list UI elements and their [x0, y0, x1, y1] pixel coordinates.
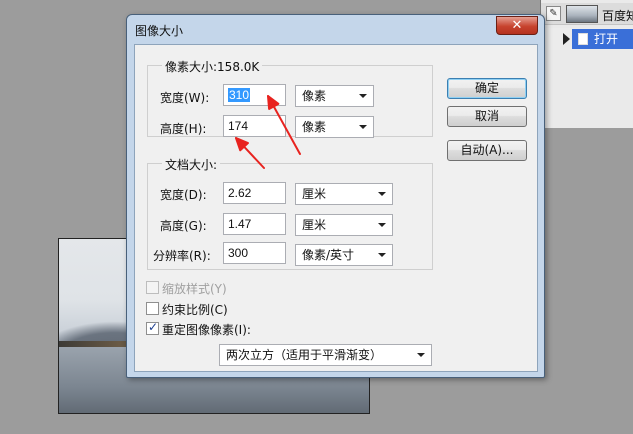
pixel-height-unit-select[interactable]: 像素 [295, 116, 374, 138]
document-icon [578, 33, 588, 45]
pixel-height-unit: 像素 [302, 120, 327, 134]
resample-checkbox[interactable]: ✓ [146, 320, 159, 335]
resolution-label: 分辨率(R): [153, 249, 211, 263]
brush-icon[interactable]: ✎ [546, 6, 561, 21]
doc-height-unit-select[interactable]: 厘米 [295, 214, 393, 236]
doc-width-input[interactable]: 2.62 [223, 182, 286, 204]
doc-height-unit: 厘米 [302, 218, 327, 232]
image-size-dialog: 图像大小 ✕ 像素大小:158.0K 宽度(W): 310 像素 高度(H): … [126, 14, 545, 378]
resample-method-value: 两次立方（适用于平滑渐变） [226, 348, 383, 362]
resample-method-select[interactable]: 两次立方（适用于平滑渐变） [219, 344, 432, 366]
chevron-down-icon [378, 223, 386, 227]
chevron-down-icon [359, 94, 367, 98]
auto-button[interactable]: 自动(A)... [447, 140, 527, 161]
history-state-arrow-icon [563, 33, 570, 45]
constrain-proportions-checkbox[interactable] [146, 302, 159, 315]
chevron-down-icon [378, 253, 386, 257]
chevron-down-icon [359, 125, 367, 129]
dialog-title: 图像大小 [135, 24, 184, 38]
chevron-down-icon [378, 192, 386, 196]
doc-width-unit: 厘米 [302, 187, 327, 201]
resolution-input[interactable]: 300 [223, 242, 286, 264]
resample-label: 重定图像像素(I): [162, 323, 251, 337]
pixel-dimensions-legend: 像素大小:158.0K [162, 58, 263, 75]
resolution-unit-select[interactable]: 像素/英寸 [295, 244, 393, 266]
doc-height-input[interactable]: 1.47 [223, 213, 286, 235]
pixel-width-unit-select[interactable]: 像素 [295, 85, 374, 107]
history-state-open[interactable]: 打开 [572, 29, 633, 49]
constrain-proportions-label: 约束比例(C) [162, 303, 228, 317]
pixel-width-label: 宽度(W): [160, 91, 210, 105]
doc-height-label: 高度(G): [160, 219, 207, 233]
pixel-width-input[interactable]: 310 [223, 84, 286, 106]
snapshot-name: 百度知 [602, 9, 633, 23]
history-state-label: 打开 [594, 32, 619, 46]
scale-styles-label: 缩放样式(Y) [162, 282, 227, 296]
doc-width-label: 宽度(D): [160, 188, 207, 202]
dialog-client: 像素大小:158.0K 宽度(W): 310 像素 高度(H): 174 像素 … [134, 44, 538, 372]
dialog-titlebar[interactable]: 图像大小 ✕ [127, 15, 544, 43]
doc-height-value: 1.47 [228, 217, 252, 231]
close-button[interactable]: ✕ [496, 16, 538, 35]
resolution-value: 300 [228, 246, 249, 260]
checkmark-icon: ✓ [148, 320, 159, 334]
pixel-width-value: 310 [228, 88, 251, 102]
doc-width-unit-select[interactable]: 厘米 [295, 183, 393, 205]
close-icon: ✕ [511, 18, 523, 33]
resolution-unit: 像素/英寸 [302, 248, 355, 262]
doc-width-value: 2.62 [228, 186, 252, 200]
scale-styles-checkbox[interactable] [146, 281, 159, 294]
history-panel: ✎ 百度知 打开 [540, 0, 633, 128]
document-size-legend: 文档大小: [162, 156, 221, 173]
pixel-width-unit: 像素 [302, 89, 327, 103]
pixel-height-input[interactable]: 174 [223, 115, 286, 137]
ok-button[interactable]: 确定 [447, 78, 527, 99]
history-open-row[interactable]: 打开 [541, 28, 633, 50]
chevron-down-icon [417, 353, 425, 357]
pixel-height-value: 174 [228, 119, 249, 133]
pixel-height-label: 高度(H): [160, 122, 207, 136]
cancel-button[interactable]: 取消 [447, 106, 527, 127]
snapshot-thumbnail [566, 5, 598, 23]
history-snapshot-row[interactable]: ✎ 百度知 [541, 3, 633, 25]
